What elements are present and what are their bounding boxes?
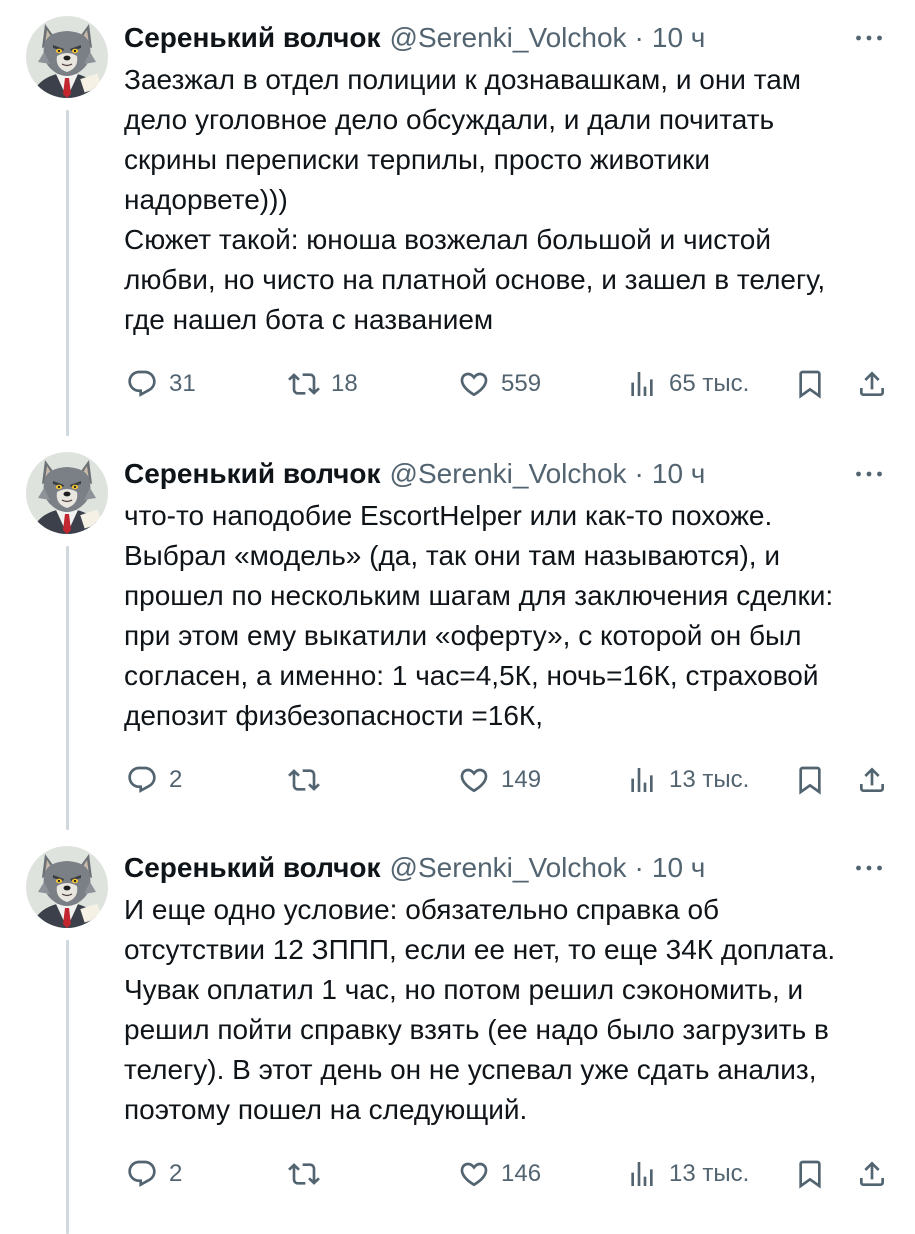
- views-count: 13 тыс.: [669, 766, 750, 793]
- bookmark-button[interactable]: [794, 1154, 826, 1194]
- tweet-text: И еще одно условие: обязательно справка …: [124, 890, 915, 1130]
- reply-count: 31: [169, 370, 196, 397]
- reply-button[interactable]: 31: [126, 364, 196, 404]
- tweet-time[interactable]: 10 ч: [652, 18, 706, 58]
- bookmark-icon: [794, 764, 826, 796]
- separator-dot: ·: [634, 458, 644, 489]
- tweet-text-line: любви, но чисто на платной основе, и заш…: [124, 264, 826, 295]
- share-button[interactable]: [856, 760, 888, 800]
- bookmark-icon: [794, 1158, 826, 1190]
- views-count: 13 тыс.: [669, 1160, 750, 1187]
- reply-count: 2: [169, 766, 183, 793]
- thread-connector-line: [66, 110, 69, 436]
- retweet-button[interactable]: [288, 760, 331, 800]
- share-button[interactable]: [856, 364, 888, 404]
- retweet-button[interactable]: 18: [288, 364, 358, 404]
- tweet-text-line: дело уголовное дело обсуждали, и дали по…: [124, 104, 775, 135]
- retweet-icon: [288, 368, 320, 400]
- tweet[interactable]: Серенький волчок @Serenki_Volchok · 10 ч…: [0, 0, 915, 436]
- tweet-text-line: Выбрал «модель» (да, так они там называю…: [124, 540, 781, 571]
- tweet-text-line: депозит физбезопасности =16К,: [124, 700, 543, 731]
- tweet-text-line: при этом ему выкатили «оферту», с которо…: [124, 620, 802, 651]
- tweet[interactable]: Серенький волчок @Serenki_Volchok · 10 ч…: [0, 830, 915, 1234]
- tweet-text-line: надорвете))): [124, 184, 288, 215]
- views-bar-chart-icon: [626, 1158, 658, 1190]
- views-button[interactable]: 65 тыс.: [626, 364, 749, 404]
- tweet-text-line: где нашел бота с названием: [124, 304, 494, 335]
- avatar[interactable]: [26, 452, 108, 534]
- tweet-text: что-то наподобие EscortHelper или как-то…: [124, 496, 915, 736]
- tweet-header: Серенький волчок @Serenki_Volchok · 10 ч: [124, 454, 915, 494]
- tweet-text-line: прошел по нескольким шагам для заключени…: [124, 580, 834, 611]
- tweet-text-line: что-то наподобие EscortHelper или как-то…: [124, 500, 773, 531]
- tweet-actions: 2 146 13 тыс.: [124, 1154, 915, 1194]
- author-handle[interactable]: @Serenki_Volchok: [390, 848, 627, 888]
- author-handle[interactable]: @Serenki_Volchok: [390, 18, 627, 58]
- views-bar-chart-icon: [626, 368, 658, 400]
- reply-button[interactable]: 2: [126, 760, 182, 800]
- bookmark-icon: [794, 368, 826, 400]
- share-icon: [856, 764, 888, 796]
- author-name[interactable]: Серенький волчок: [124, 454, 381, 494]
- reply-icon: [126, 764, 158, 796]
- tweet-text-line: согласен, а именно: 1 час=4,5К, ночь=16К…: [124, 660, 819, 691]
- tweet-text-line: Заезжал в отдел полиции к дознавашкам, и…: [124, 64, 802, 95]
- reply-count: 2: [169, 1160, 183, 1187]
- avatar[interactable]: [26, 846, 108, 928]
- tweet-text-line: решил пойти справку взять (ее надо было …: [124, 1014, 829, 1045]
- author-name[interactable]: Серенький волчок: [124, 18, 381, 58]
- separator-dot: ·: [634, 852, 644, 883]
- thread-connector-line: [66, 546, 69, 830]
- heart-icon: [458, 368, 490, 400]
- heart-icon: [458, 1158, 490, 1190]
- share-icon: [856, 368, 888, 400]
- author-handle[interactable]: @Serenki_Volchok: [390, 454, 627, 494]
- tweet-actions: 31 18 559 65 тыс.: [124, 364, 915, 404]
- retweet-button[interactable]: [288, 1154, 331, 1194]
- tweet[interactable]: Серенький волчок @Serenki_Volchok · 10 ч…: [0, 436, 915, 830]
- like-button[interactable]: 149: [458, 760, 541, 800]
- reply-button[interactable]: 2: [126, 1154, 182, 1194]
- avatar[interactable]: [26, 16, 108, 98]
- tweet-text-line: Чувак оплатил 1 час, но потом решил сэко…: [124, 974, 804, 1005]
- views-bar-chart-icon: [626, 764, 658, 796]
- tweet-text-line: поэтому пошел на следующий.: [124, 1094, 528, 1125]
- author-name[interactable]: Серенький волчок: [124, 848, 381, 888]
- bookmark-button[interactable]: [794, 760, 826, 800]
- tweet-text-line: скрины переписки терпилы, просто животик…: [124, 144, 711, 175]
- retweet-icon: [288, 764, 320, 796]
- wolf-avatar-image: [26, 16, 108, 98]
- tweet-time[interactable]: 10 ч: [652, 454, 706, 494]
- like-count: 559: [501, 370, 542, 397]
- tweet-text-line: телегу). В этот день он не успевал уже с…: [124, 1054, 817, 1085]
- views-button[interactable]: 13 тыс.: [626, 1154, 749, 1194]
- reply-icon: [126, 1158, 158, 1190]
- retweet-icon: [288, 1158, 320, 1190]
- thread-connector-line: [66, 940, 69, 1234]
- reply-icon: [126, 368, 158, 400]
- separator-dot: ·: [634, 22, 644, 53]
- views-button[interactable]: 13 тыс.: [626, 760, 749, 800]
- views-count: 65 тыс.: [669, 370, 750, 397]
- tweet-text-line: отсутствии 12 ЗППП, если ее нет, то еще …: [124, 934, 836, 965]
- tweet-actions: 2 149 13 тыс.: [124, 760, 915, 800]
- share-button[interactable]: [856, 1154, 888, 1194]
- tweet-time[interactable]: 10 ч: [652, 848, 706, 888]
- like-count: 146: [501, 1160, 542, 1187]
- wolf-avatar-image: [26, 452, 108, 534]
- like-button[interactable]: 146: [458, 1154, 541, 1194]
- tweet-header: Серенький волчок @Serenki_Volchok · 10 ч: [124, 848, 915, 888]
- retweet-count: 18: [331, 370, 358, 397]
- tweet-header: Серенький волчок @Serenki_Volchok · 10 ч: [124, 18, 915, 58]
- heart-icon: [458, 764, 490, 796]
- like-button[interactable]: 559: [458, 364, 541, 404]
- wolf-avatar-image: [26, 846, 108, 928]
- tweet-text-line: Сюжет такой: юноша возжелал большой и чи…: [124, 224, 771, 255]
- share-icon: [856, 1158, 888, 1190]
- tweet-text-line: И еще одно условие: обязательно справка …: [124, 894, 720, 925]
- like-count: 149: [501, 766, 542, 793]
- tweet-text: Заезжал в отдел полиции к дознавашкам, и…: [124, 60, 915, 340]
- bookmark-button[interactable]: [794, 364, 826, 404]
